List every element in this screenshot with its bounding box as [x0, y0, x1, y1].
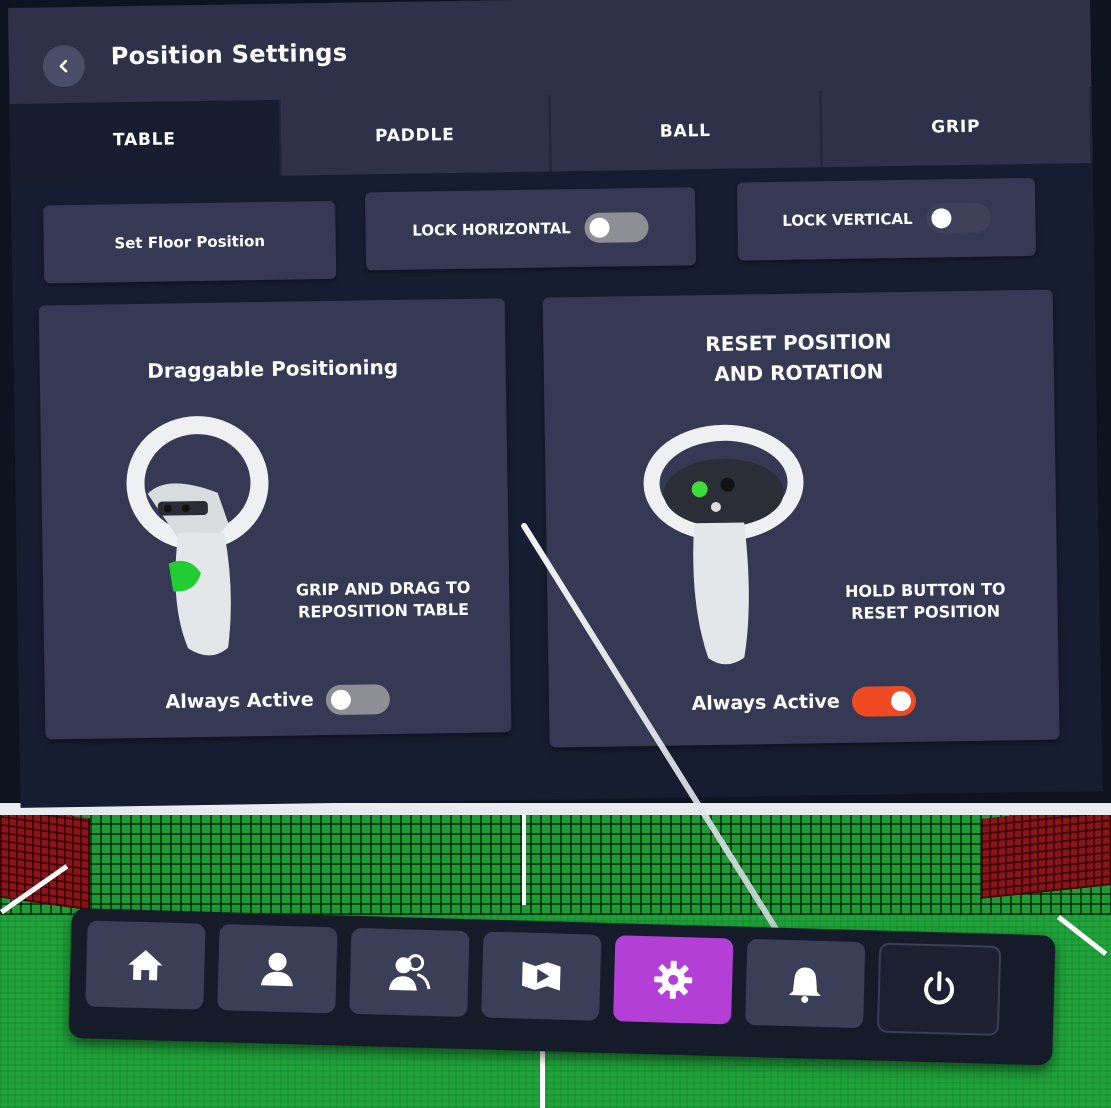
draggable-always-active-label: Always Active	[165, 688, 314, 714]
table-net	[0, 805, 1111, 915]
draggable-positioning-card: Draggable Positioning GRIP AND DRAG TO R…	[38, 298, 512, 740]
home-icon	[128, 950, 163, 981]
media-button[interactable]	[481, 931, 602, 1021]
set-floor-position-label: Set Floor Position	[114, 231, 266, 253]
reset-desc-line-2: RESET POSITION	[851, 601, 1001, 623]
settings-icon	[654, 960, 693, 999]
user-icon	[260, 952, 293, 987]
draggable-always-active-toggle[interactable]	[326, 684, 391, 716]
page-title: Position Settings	[110, 38, 348, 71]
tab-grip[interactable]: GRIP	[820, 86, 1093, 168]
controller-button-icon	[643, 424, 804, 665]
toggle-knob	[331, 689, 352, 711]
power-button[interactable]	[876, 942, 1002, 1036]
set-floor-position-button[interactable]: Set Floor Position	[43, 200, 337, 284]
draggable-desc-line-2: REPOSITION TABLE	[297, 599, 470, 622]
friends-icon	[388, 954, 431, 991]
toggle-knob	[589, 217, 610, 238]
friends-button[interactable]	[349, 927, 470, 1018]
court-centre-line	[522, 815, 526, 905]
lock-vertical-control[interactable]: LOCK VERTICAL	[736, 177, 1037, 261]
draggable-card-title: Draggable Positioning	[147, 354, 399, 383]
notifications-button[interactable]	[745, 938, 866, 1029]
bottom-dock	[68, 908, 1056, 1066]
controller-grip-icon	[126, 416, 269, 656]
media-icon	[522, 961, 561, 991]
back-button[interactable]	[42, 44, 86, 88]
barrier-left	[0, 805, 90, 911]
reset-card-description: HOLD BUTTON TO RESET POSITION	[815, 578, 1036, 625]
power-icon	[924, 971, 955, 1005]
lock-vertical-label: LOCK VERTICAL	[782, 209, 913, 230]
reset-card-title: RESET POSITION AND ROTATION	[543, 324, 1054, 392]
draggable-card-description: GRIP AND DRAG TO REPOSITION TABLE	[273, 576, 494, 623]
lock-vertical-toggle[interactable]	[926, 202, 991, 234]
home-button[interactable]	[85, 920, 206, 1010]
reset-always-active-toggle[interactable]	[852, 685, 917, 717]
profile-button[interactable]	[217, 924, 338, 1014]
draggable-always-active-row: Always Active	[45, 682, 511, 719]
lock-horizontal-toggle[interactable]	[584, 211, 649, 243]
tab-bar: TABLE PADDLE BALL GRIP	[9, 86, 1093, 180]
chevron-left-icon	[59, 59, 68, 73]
toggle-knob	[931, 208, 952, 229]
notifications-icon	[788, 967, 821, 1003]
tab-table[interactable]: TABLE	[9, 99, 282, 180]
toggle-knob	[891, 690, 912, 712]
lock-horizontal-label: LOCK HORIZONTAL	[412, 219, 571, 240]
lock-horizontal-control[interactable]: LOCK HORIZONTAL	[364, 187, 697, 271]
settings-button[interactable]	[613, 935, 734, 1025]
reset-always-active-label: Always Active	[691, 690, 840, 715]
tab-ball[interactable]: BALL	[550, 91, 823, 172]
settings-panel: Position Settings TABLE PADDLE BALL GRIP…	[8, 0, 1103, 808]
barrier-right	[981, 805, 1111, 899]
reset-desc-line-1: HOLD BUTTON TO	[844, 579, 1006, 601]
tab-paddle[interactable]: PADDLE	[279, 95, 552, 176]
